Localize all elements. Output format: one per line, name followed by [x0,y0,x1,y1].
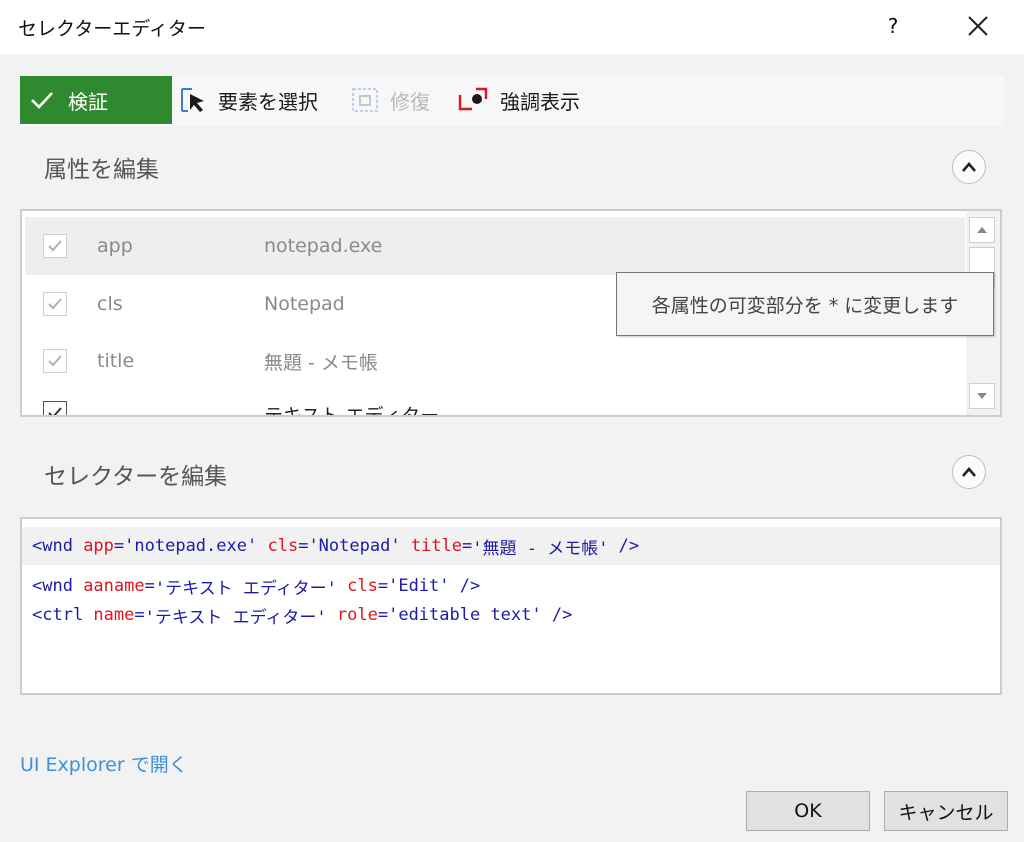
selector-attr: aaname [83,576,145,596]
chevron-up-icon [962,162,976,172]
selector-attr: cls [347,576,378,596]
attribute-value: Notepad [264,293,345,315]
attribute-value: notepad.exe [264,235,383,257]
selector-attr: name [93,605,135,625]
selector-tag-close: /> [449,576,481,596]
edit-attributes-title: 属性を編集 [44,157,159,183]
tooltip: 各属性の可変部分を * に変更します [616,272,994,336]
selector-line[interactable]: <ctrl name = 'テキスト エディター' role ='editable t… [22,600,1000,630]
attribute-name: title [97,350,135,372]
selector-attr: title [410,536,462,556]
highlight-label: 強調表示 [500,89,580,114]
close-icon [968,16,988,36]
scroll-up-button[interactable] [969,217,995,243]
attribute-name: cls [97,293,123,315]
selector-value: 'テキスト エディター' [144,607,327,628]
selector-tag: <wnd [32,576,84,596]
selector-value: 'Edit' [388,576,450,596]
select-element-button[interactable]: 要素を選択 [178,76,318,124]
attribute-row[interactable]: app notepad.exe [25,217,965,275]
triangle-down-icon [977,393,987,399]
check-icon [48,298,62,310]
window-title: セレクターエディター [18,18,206,40]
repair-icon [352,88,378,112]
validate-button[interactable]: 検証 [20,76,172,124]
collapse-selector-button[interactable] [952,455,986,489]
attribute-value: テキスト エディター [264,405,440,417]
ok-button[interactable]: OK [746,791,870,831]
selector-value: 'テキスト エディター' [154,578,337,599]
chevron-up-icon [962,467,976,477]
highlight-button[interactable]: 強調表示 [456,76,580,124]
repair-label: 修復 [390,89,430,114]
selector-equals: = [377,576,389,596]
selector-equals: = [298,536,309,556]
cancel-button[interactable]: キャンセル [884,791,1008,831]
check-icon [48,240,62,252]
attribute-name: app [97,235,133,257]
open-in-ui-explorer-link[interactable]: UI Explorer で開く [20,750,188,777]
selector-equals: = [377,605,389,625]
selector-tag-close: /> [541,605,573,625]
selector-attr: app [83,536,114,556]
check-icon [48,355,62,367]
selector-tag-close: /> [608,536,640,556]
title-bar: セレクターエディター ? [0,0,1024,54]
toolbar: 検証 要素を選択 修復 強調表示 [20,76,1004,126]
selector-value: '無題 - メモ帳' [472,538,609,559]
selector-equals: = [462,536,473,556]
attribute-value: 無題 - メモ帳 [264,351,378,374]
highlight-icon [458,87,488,111]
attribute-checkbox[interactable] [43,234,67,258]
selector-line[interactable]: <wnd aaname = 'テキスト エディター' cls = 'Edit' /> [22,571,1000,601]
selector-equals: = [113,536,125,556]
triangle-up-icon [977,227,987,233]
scroll-down-button[interactable] [969,383,995,409]
selector-tag: <ctrl [32,605,94,625]
attribute-row[interactable]: title 無題 - メモ帳 [25,332,965,390]
select-element-label: 要素を選択 [218,89,318,114]
selector-equals: = [134,605,145,625]
attribute-checkbox[interactable] [43,401,67,415]
attribute-checkbox[interactable] [43,292,67,316]
collapse-attributes-button[interactable] [952,150,986,184]
selector-value: 'editable text' [388,605,542,625]
check-icon [48,407,62,415]
close-button[interactable] [958,8,998,44]
selector-attr: cls [267,536,299,556]
selector-equals: = [144,576,155,596]
selector-line[interactable]: <wnd app ='notepad.exe' cls = 'Notepad' tit… [22,527,1000,565]
selector-value: 'notepad.exe' [124,536,258,556]
help-button[interactable]: ? [879,10,907,42]
attribute-row[interactable]: テキスト エディター [25,387,965,417]
selector-editor[interactable]: <wnd app ='notepad.exe' cls = 'Notepad' tit… [20,517,1002,695]
repair-button[interactable]: 修復 [350,76,430,124]
validate-label: 検証 [68,89,108,114]
select-element-icon [181,88,204,112]
selector-attr: role [336,605,378,625]
edit-selector-title: セレクターを編集 [44,464,228,490]
checkmark-icon [31,92,53,109]
selector-tag: <wnd [32,536,84,556]
selector-value: 'Notepad' [308,536,401,556]
attribute-checkbox[interactable] [43,349,67,373]
